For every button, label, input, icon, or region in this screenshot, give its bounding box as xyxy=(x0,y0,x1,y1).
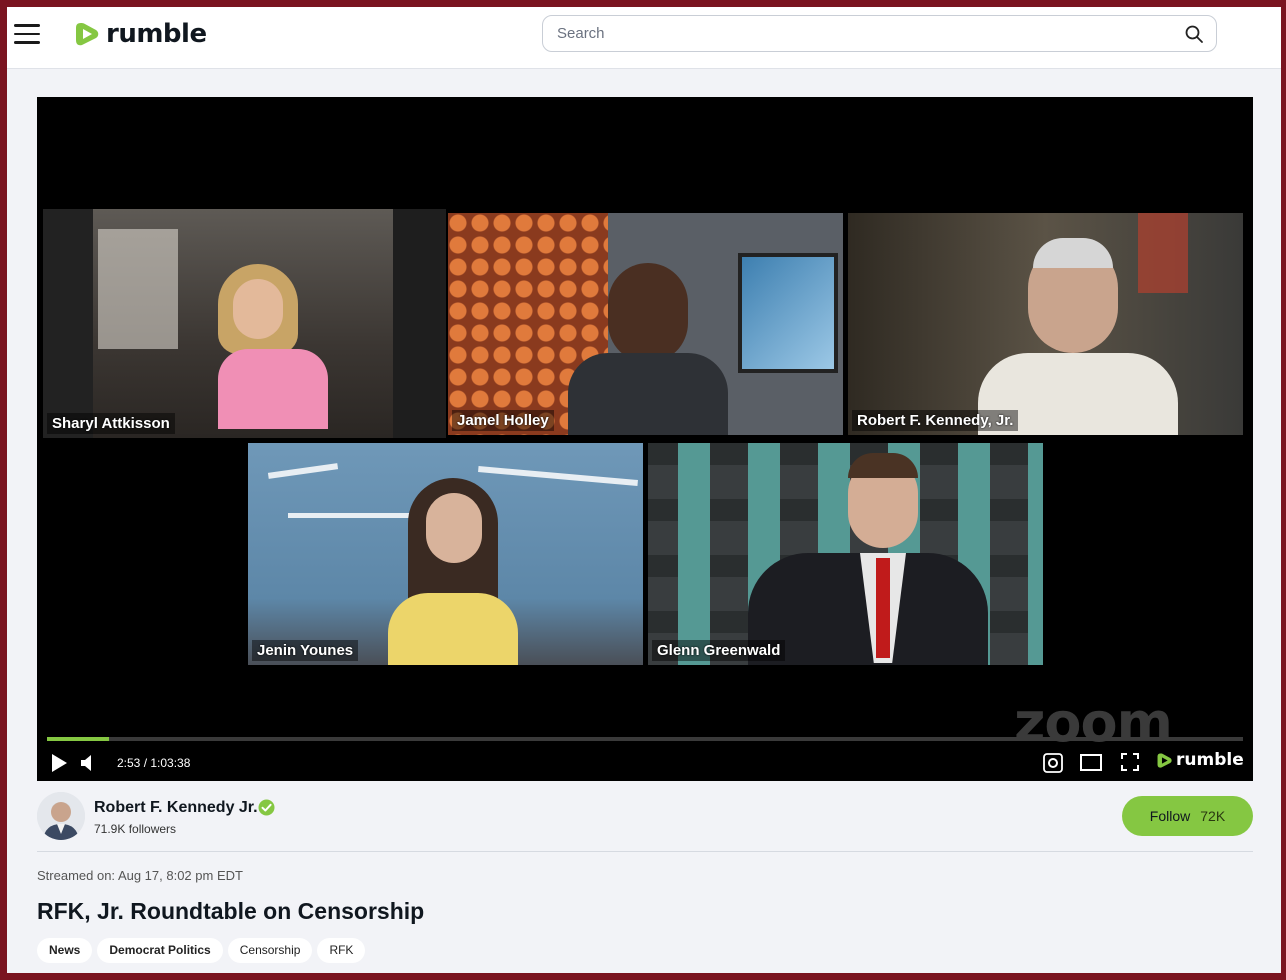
search-input[interactable] xyxy=(543,16,1143,51)
channel-name[interactable]: Robert F. Kennedy Jr. xyxy=(94,799,258,817)
zoom-watermark: zoom xyxy=(1014,691,1173,754)
search-box xyxy=(542,15,1217,52)
participant-tile: Robert F. Kennedy, Jr. xyxy=(848,213,1243,435)
participant-name: Glenn Greenwald xyxy=(652,640,786,661)
avatar-image xyxy=(37,792,85,840)
volume-icon[interactable] xyxy=(79,754,95,772)
participant-tile: Jamel Holley xyxy=(448,213,843,435)
follower-count: 71.9K followers xyxy=(94,822,177,836)
search-icon[interactable] xyxy=(1184,24,1204,44)
fullscreen-icon[interactable] xyxy=(1121,753,1139,771)
play-icon[interactable] xyxy=(50,753,68,773)
tag-democrat-politics[interactable]: Democrat Politics xyxy=(97,938,223,963)
follow-button[interactable]: Follow 72K xyxy=(1122,796,1253,836)
progress-fill xyxy=(47,737,110,741)
streamed-date: Streamed on: Aug 17, 8:02 pm EDT xyxy=(37,868,243,883)
participant-name: Sharyl Attkisson xyxy=(47,413,175,434)
video-title: RFK, Jr. Roundtable on Censorship xyxy=(37,898,425,924)
participant-name: Jamel Holley xyxy=(452,410,554,431)
progress-bar[interactable] xyxy=(47,737,1243,741)
participant-tile: Jenin Younes xyxy=(248,443,643,665)
player-rumble-logo[interactable]: rumble xyxy=(1155,750,1244,770)
player-controls: 2:53 / 1:03:38 rumble xyxy=(37,747,1253,781)
time-display: 2:53 / 1:03:38 xyxy=(117,756,191,770)
video-player[interactable]: Sharyl Attkisson Jamel Holley Robert F. … xyxy=(37,97,1253,781)
rumble-logo[interactable]: rumble xyxy=(72,17,207,51)
rumble-play-icon xyxy=(76,23,99,46)
tag-news[interactable]: News xyxy=(37,938,93,963)
theater-mode-icon[interactable] xyxy=(1080,754,1102,771)
tag-list: News Democrat Politics Censorship RFK xyxy=(37,938,366,963)
channel-avatar[interactable] xyxy=(37,792,85,840)
participant-tile: Sharyl Attkisson xyxy=(43,209,446,438)
menu-icon[interactable] xyxy=(14,24,40,44)
participant-tile: Glenn Greenwald xyxy=(648,443,1043,665)
page-frame: rumble Sharyl Attkisson xyxy=(7,7,1281,973)
tag-rfk[interactable]: RFK xyxy=(317,938,366,963)
tag-censorship[interactable]: Censorship xyxy=(227,938,313,963)
settings-icon[interactable] xyxy=(1043,753,1063,773)
divider xyxy=(37,851,1253,852)
participant-name: Jenin Younes xyxy=(252,640,359,661)
logo-text: rumble xyxy=(106,19,207,49)
follow-label: Follow xyxy=(1149,808,1191,824)
verified-badge-icon xyxy=(258,799,275,816)
player-logo-text: rumble xyxy=(1176,750,1244,770)
follow-count: 72K xyxy=(1200,808,1226,824)
participant-name: Robert F. Kennedy, Jr. xyxy=(852,410,1019,431)
rumble-play-icon xyxy=(1157,753,1172,768)
top-header: rumble xyxy=(7,7,1281,69)
